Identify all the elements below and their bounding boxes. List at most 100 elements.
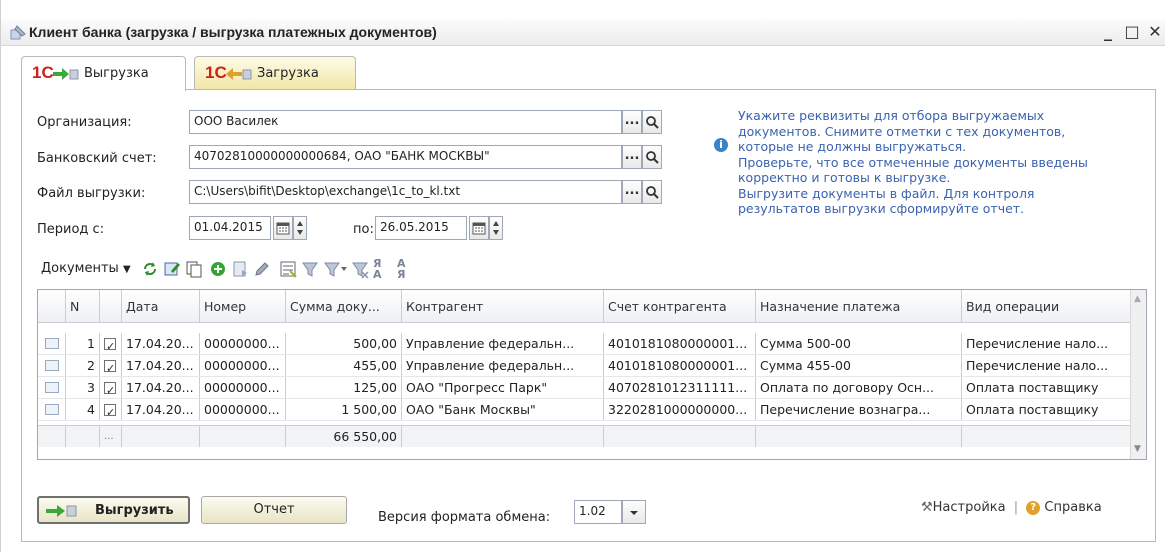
help-icon[interactable]: ? — [1026, 500, 1041, 515]
bank-client-icon — [10, 25, 26, 40]
version-select[interactable]: 1.02 — [574, 500, 622, 524]
sort-descending-icon[interactable]: АЯ — [397, 258, 415, 280]
table-scrollbar[interactable]: ▲ ▼ — [1130, 290, 1146, 459]
info-line: Укажите реквизиты для отбора выгружаемых — [738, 108, 1045, 123]
document-icon — [44, 382, 59, 393]
column-header-purpose[interactable]: Назначение платежа — [756, 290, 962, 322]
filter-list-icon[interactable] — [323, 258, 347, 280]
filter-icon[interactable] — [301, 258, 319, 280]
organization-field[interactable]: ООО Василек — [189, 110, 622, 134]
row-n: 1 — [66, 333, 100, 354]
wrench-icon[interactable]: ⚒ — [921, 500, 933, 515]
export-button[interactable]: Выгрузить — [37, 496, 190, 524]
row-checkbox[interactable] — [100, 377, 122, 398]
footer-cell — [66, 426, 100, 447]
row-date: 17.04.20... — [122, 333, 200, 354]
organization-search-button[interactable] — [642, 110, 662, 134]
row-checkbox[interactable] — [100, 399, 122, 420]
scroll-down-icon[interactable]: ▼ — [1134, 444, 1141, 454]
dots-label: ... — [624, 148, 640, 163]
dots-label: ... — [624, 183, 640, 198]
period-from-spinner[interactable] — [293, 216, 307, 240]
period-to-field[interactable]: 26.05.2015 — [375, 216, 467, 240]
row-n: 3 — [66, 377, 100, 398]
organization-select-button[interactable]: ... — [622, 110, 642, 134]
filter-settings-icon[interactable] — [279, 258, 297, 280]
bank-account-search-button[interactable] — [642, 145, 662, 169]
help-link[interactable]: Справка — [1044, 500, 1101, 515]
row-checkbox[interactable] — [100, 355, 122, 376]
sort-ascending-icon[interactable]: ЯА — [373, 258, 391, 280]
column-header-date[interactable]: Дата — [122, 290, 200, 322]
checkbox-checked[interactable] — [104, 358, 116, 376]
column-header-counterparty[interactable]: Контрагент — [402, 290, 604, 322]
tab-export-label: Выгрузка — [84, 66, 149, 81]
file-search-button[interactable] — [642, 180, 662, 204]
footer-check-cell: ... — [100, 426, 122, 447]
column-header-account[interactable]: Счет контрагента — [604, 290, 756, 322]
minimize-button[interactable]: _ — [1099, 22, 1117, 41]
column-header-n[interactable]: N — [66, 290, 100, 322]
file-select-button[interactable]: ... — [622, 180, 642, 204]
row-date: 17.04.20... — [122, 399, 200, 420]
row-sum: 125,00 — [286, 377, 402, 398]
footer-total-sum: 66 550,00 — [286, 426, 402, 447]
row-account: 4070281012311111... — [604, 377, 756, 398]
info-line: Проверьте, что все отмеченные документы … — [738, 154, 1088, 170]
documents-table: N Дата Номер Сумма доку... Контрагент Сч… — [37, 289, 1147, 460]
calendar-icon — [276, 222, 290, 235]
tab-export[interactable]: 1C Выгрузка — [21, 56, 186, 91]
bank-account-label: Банковский счет: — [37, 151, 157, 166]
row-operation: Оплата поставщику — [962, 377, 1132, 398]
settings-link[interactable]: Настройка — [933, 500, 1006, 515]
table-row[interactable]: 4 17.04.20... 00000000... 1 500,00 ОАО "… — [38, 399, 1132, 421]
title-bar: Клиент банка (загрузка / выгрузка платеж… — [1, 20, 1165, 46]
row-date: 17.04.20... — [122, 377, 200, 398]
close-button[interactable]: ✕ — [1146, 22, 1164, 41]
maximize-button[interactable]: □ — [1123, 22, 1141, 41]
period-from-calendar-button[interactable] — [273, 216, 293, 240]
row-purpose: Сумма 455-00 — [756, 355, 962, 376]
table-row[interactable]: 3 17.04.20... 00000000... 125,00 ОАО "Пр… — [38, 377, 1132, 399]
checkbox-checked[interactable] — [104, 380, 116, 398]
refresh-icon[interactable] — [141, 258, 159, 280]
bank-account-field[interactable]: 40702810000000000684, ОАО "БАНК МОСКВЫ" — [189, 145, 622, 169]
version-dropdown-button[interactable] — [622, 500, 646, 524]
add-icon[interactable] — [209, 258, 227, 280]
magnifier-icon — [646, 116, 659, 129]
row-document-icon — [38, 333, 66, 354]
report-button[interactable]: Отчет — [201, 496, 347, 524]
table-row[interactable]: 2 17.04.20... 00000000... 455,00 Управле… — [38, 355, 1132, 377]
file-field[interactable]: C:\Users\bifit\Desktop\exchange\1c_to_kl… — [189, 180, 622, 204]
period-from-field[interactable]: 01.04.2015 — [189, 216, 271, 240]
dots-label: ... — [624, 113, 640, 128]
tab-import[interactable]: 1C Загрузка — [194, 56, 356, 90]
row-n: 4 — [66, 399, 100, 420]
documents-menu-button[interactable]: Документы ▼ — [41, 258, 139, 280]
document-icon[interactable] — [231, 258, 249, 280]
row-number: 00000000... — [200, 399, 286, 420]
edit-document-icon[interactable] — [163, 258, 181, 280]
checkbox-checked[interactable] — [104, 402, 116, 420]
row-number: 00000000... — [200, 355, 286, 376]
copy-icon[interactable] — [185, 258, 203, 280]
table-row[interactable]: 1 17.04.20... 00000000... 500,00 Управле… — [38, 333, 1132, 355]
pencil-icon[interactable] — [253, 258, 271, 280]
column-header-check[interactable] — [100, 290, 122, 322]
column-header-sum[interactable]: Сумма доку... — [286, 290, 402, 322]
footer-cell — [200, 426, 286, 447]
row-operation: Оплата поставщику — [962, 399, 1132, 420]
column-header-number[interactable]: Номер — [200, 290, 286, 322]
calendar-icon — [472, 222, 486, 235]
scroll-up-icon[interactable]: ▲ — [1134, 294, 1141, 304]
bank-account-select-button[interactable]: ... — [622, 145, 642, 169]
row-counterparty: Управление федеральн... — [402, 333, 604, 354]
column-header-operation[interactable]: Вид операции — [962, 290, 1132, 322]
row-n: 2 — [66, 355, 100, 376]
footer-links: ⚒Настройка | ? Справка — [921, 500, 1102, 515]
row-checkbox[interactable] — [100, 333, 122, 354]
period-to-spinner[interactable] — [489, 216, 503, 240]
clear-filter-icon[interactable] — [351, 258, 369, 280]
checkbox-checked[interactable] — [104, 336, 116, 354]
period-to-calendar-button[interactable] — [469, 216, 489, 240]
